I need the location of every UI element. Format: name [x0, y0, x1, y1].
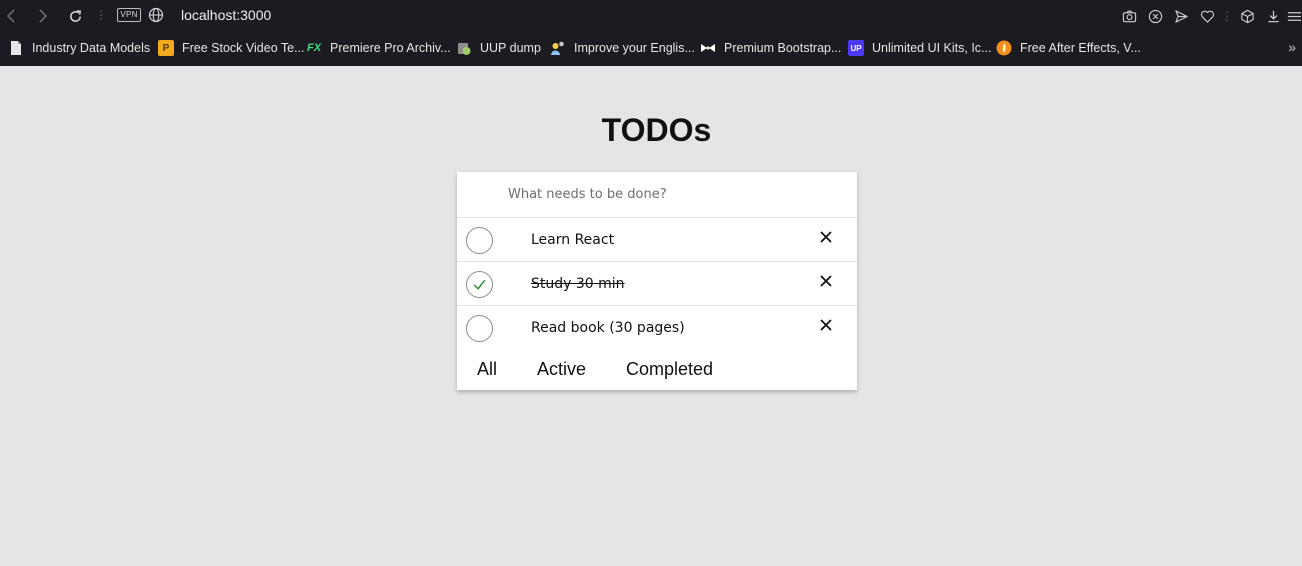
close-icon: [820, 319, 832, 331]
bookmark-label: Premiere Pro Archiv...: [330, 41, 451, 55]
todo-toggle-checkbox[interactable]: [466, 227, 493, 254]
bookmark-label: Free After Effects, V...: [1020, 41, 1141, 55]
uup-logo-icon: [456, 40, 472, 56]
todo-item: Study 30 min: [457, 262, 857, 306]
back-button[interactable]: [1, 6, 21, 26]
filter-bar: All Active Completed: [457, 350, 857, 390]
bookmarks-bar: Industry Data Models P Free Stock Video …: [0, 36, 1302, 60]
todo-label[interactable]: Study 30 min: [531, 276, 625, 292]
separator-dots-icon: ⋮: [1221, 9, 1233, 23]
up-logo-icon: UP: [848, 40, 864, 56]
vpn-badge[interactable]: VPN: [117, 8, 141, 22]
double-chevron-right-icon[interactable]: »: [1288, 39, 1296, 55]
filter-active-button[interactable]: Active: [537, 359, 586, 380]
todo-toggle-checkbox[interactable]: [466, 315, 493, 342]
todo-label[interactable]: Learn React: [531, 232, 614, 248]
bookmark-item[interactable]: FX Premiere Pro Archiv...: [306, 39, 451, 57]
close-icon: [820, 275, 832, 287]
fx-logo-icon: FX: [306, 42, 322, 54]
filter-all-button[interactable]: All: [477, 359, 497, 380]
bookmark-label: Premium Bootstrap...: [724, 41, 842, 55]
bookmark-label: Unlimited UI Kits, Ic...: [872, 41, 992, 55]
todo-item: Read book (30 pages): [457, 306, 857, 350]
new-todo-input[interactable]: [457, 172, 857, 218]
bookmark-item[interactable]: P Free Stock Video Te...: [158, 39, 305, 57]
checkmark-icon: [473, 279, 486, 290]
bookmark-label: UUP dump: [480, 41, 541, 55]
bookmark-item[interactable]: Premium Bootstrap...: [700, 39, 841, 57]
bookmark-item[interactable]: Free After Effects, V...: [996, 39, 1141, 57]
todo-toggle-checkbox[interactable]: [466, 271, 493, 298]
chevron-left-icon: [6, 9, 15, 23]
p-logo-icon: P: [158, 40, 174, 56]
bookmark-label: Improve your Englis...: [574, 41, 695, 55]
bookmark-label: Industry Data Models: [32, 41, 151, 55]
address-bar-row: ⋮ VPN localhost:3000 ⋮: [0, 0, 1302, 32]
forward-button[interactable]: [33, 6, 53, 26]
download-icon[interactable]: [1260, 6, 1286, 26]
bookmark-label: Free Stock Video Te...: [182, 41, 305, 55]
delete-button[interactable]: [819, 318, 835, 334]
send-icon[interactable]: [1168, 6, 1194, 26]
reload-button[interactable]: [65, 6, 85, 26]
document-icon: [8, 40, 24, 56]
url-field[interactable]: localhost:3000: [181, 7, 271, 23]
close-icon: [820, 231, 832, 243]
camera-icon[interactable]: [1116, 6, 1142, 26]
flame-icon: [996, 40, 1012, 56]
heart-icon[interactable]: [1194, 6, 1220, 26]
delete-button[interactable]: [819, 274, 835, 290]
bookmark-item[interactable]: Improve your Englis...: [550, 39, 695, 57]
cube-icon[interactable]: [1234, 6, 1260, 26]
todo-label[interactable]: Read book (30 pages): [531, 320, 685, 336]
page-title: TODOs: [601, 112, 712, 148]
toolbar-icons: ⋮: [1116, 6, 1302, 26]
delete-button[interactable]: [819, 230, 835, 246]
bookmark-item[interactable]: Industry Data Models: [8, 39, 150, 57]
todo-card: Learn React Study 30 min Read book (30 p…: [457, 172, 857, 390]
todo-item: Learn React: [457, 218, 857, 262]
bow-icon: [700, 40, 716, 56]
adblock-icon[interactable]: [1142, 6, 1168, 26]
filter-completed-button[interactable]: Completed: [626, 359, 713, 380]
menu-icon[interactable]: [1286, 6, 1302, 26]
globe-icon: [148, 7, 164, 23]
reload-icon: [69, 9, 81, 22]
chevron-right-icon: [39, 9, 48, 23]
bookmark-item[interactable]: UP Unlimited UI Kits, Ic...: [848, 39, 991, 57]
people-icon: [550, 40, 566, 56]
browser-chrome: ⋮ VPN localhost:3000 ⋮ Industry Data Mod…: [0, 0, 1302, 66]
bookmark-item[interactable]: UUP dump: [456, 39, 541, 57]
separator-dots: ⋮: [95, 8, 107, 22]
